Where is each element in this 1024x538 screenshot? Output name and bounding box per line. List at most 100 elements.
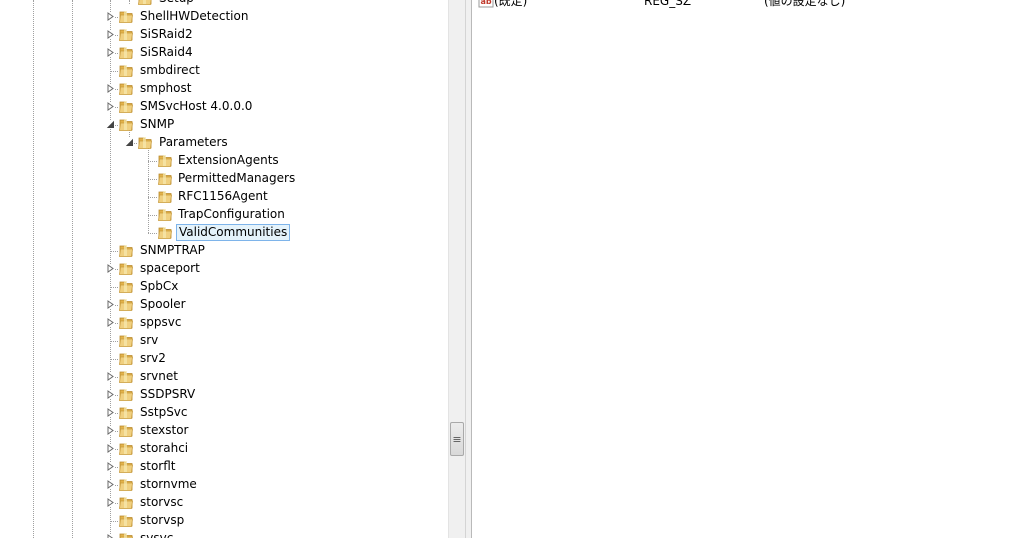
expand-arrow-icon[interactable] — [106, 372, 115, 381]
expand-arrow-icon[interactable] — [106, 390, 115, 399]
tree-node-label[interactable]: Parameters — [157, 134, 230, 151]
tree-node[interactable]: SiSRaid2 — [0, 26, 448, 44]
value-type: REG_SZ — [644, 0, 692, 8]
registry-key-tree[interactable]: SetupShellHWDetectionSiSRaid2SiSRaid4smb… — [0, 0, 448, 538]
tree-node[interactable]: storahci — [0, 440, 448, 458]
folder-icon — [118, 27, 134, 43]
tree-node-label[interactable]: Setup — [157, 0, 196, 7]
tree-node[interactable]: smbdirect — [0, 62, 448, 80]
tree-scrollbar[interactable]: ≡ — [448, 0, 465, 538]
tree-node[interactable]: storflt — [0, 458, 448, 476]
tree-node-label[interactable]: SSDPSRV — [138, 386, 197, 403]
tree-node-label[interactable]: SNMP — [138, 116, 176, 133]
expand-arrow-icon[interactable] — [106, 444, 115, 453]
tree-node-label[interactable]: Spooler — [138, 296, 188, 313]
tree-node[interactable]: ValidCommunities — [0, 224, 448, 242]
tree-node[interactable]: sppsvc — [0, 314, 448, 332]
tree-node[interactable]: Setup — [0, 0, 448, 8]
value-data: (値の設定なし) — [764, 0, 846, 8]
tree-node[interactable]: PermittedManagers — [0, 170, 448, 188]
tree-node-label[interactable]: smphost — [138, 80, 193, 97]
collapse-arrow-icon[interactable] — [125, 138, 134, 147]
registry-values-list[interactable]: ab (既定) REG_SZ (値の設定なし) — [472, 0, 1024, 538]
expand-arrow-icon[interactable] — [106, 534, 115, 538]
tree-node-label[interactable]: srvnet — [138, 368, 180, 385]
tree-node[interactable]: smphost — [0, 80, 448, 98]
tree-node-label[interactable]: ShellHWDetection — [138, 8, 250, 25]
folder-icon — [118, 117, 134, 133]
tree-node-label[interactable]: stexstor — [138, 422, 190, 439]
tree-node-label[interactable]: TrapConfiguration — [176, 206, 287, 223]
svg-text:ab: ab — [481, 0, 492, 6]
tree-node[interactable]: SMSvcHost 4.0.0.0 — [0, 98, 448, 116]
folder-icon — [118, 45, 134, 61]
tree-node-label[interactable]: SiSRaid4 — [138, 44, 195, 61]
tree-node-label[interactable]: stornvme — [138, 476, 199, 493]
tree-node[interactable]: ExtensionAgents — [0, 152, 448, 170]
expand-arrow-icon[interactable] — [106, 264, 115, 273]
expand-arrow-icon[interactable] — [106, 102, 115, 111]
tree-node-label[interactable]: SstpSvc — [138, 404, 190, 421]
folder-icon — [157, 225, 173, 241]
tree-node-label[interactable]: PermittedManagers — [176, 170, 297, 187]
tree-node-label[interactable]: svsvc — [138, 530, 175, 538]
collapse-arrow-icon[interactable] — [106, 120, 115, 129]
tree-node[interactable]: TrapConfiguration — [0, 206, 448, 224]
tree-node-label[interactable]: SNMPTRAP — [138, 242, 207, 259]
folder-icon — [118, 477, 134, 493]
tree-node[interactable]: storvsp — [0, 512, 448, 530]
grip-icon: ≡ — [452, 432, 462, 446]
tree-node-label[interactable]: RFC1156Agent — [176, 188, 270, 205]
pane-splitter[interactable] — [465, 0, 472, 538]
expand-arrow-icon[interactable] — [106, 48, 115, 57]
tree-node[interactable]: Spooler — [0, 296, 448, 314]
tree-node[interactable]: SNMP — [0, 116, 448, 134]
tree-connector — [110, 341, 118, 342]
expand-arrow-icon[interactable] — [106, 480, 115, 489]
tree-node[interactable]: SiSRaid4 — [0, 44, 448, 62]
tree-node[interactable]: srv2 — [0, 350, 448, 368]
tree-node[interactable]: stornvme — [0, 476, 448, 494]
tree-node-label[interactable]: ValidCommunities — [176, 224, 291, 241]
expand-arrow-icon[interactable] — [106, 498, 115, 507]
expand-arrow-icon[interactable] — [106, 462, 115, 471]
tree-node-label[interactable]: spaceport — [138, 260, 202, 277]
tree-node[interactable]: spaceport — [0, 260, 448, 278]
tree-node-label[interactable]: smbdirect — [138, 62, 202, 79]
tree-node[interactable]: srv — [0, 332, 448, 350]
tree-node[interactable]: srvnet — [0, 368, 448, 386]
tree-node[interactable]: SNMPTRAP — [0, 242, 448, 260]
tree-node-label[interactable]: sppsvc — [138, 314, 183, 331]
expand-arrow-icon[interactable] — [106, 84, 115, 93]
tree-node-label[interactable]: storvsp — [138, 512, 186, 529]
tree-node[interactable]: Parameters — [0, 134, 448, 152]
tree-node[interactable]: SpbCx — [0, 278, 448, 296]
tree-node-label[interactable]: srv — [138, 332, 160, 349]
tree-node[interactable]: SstpSvc — [0, 404, 448, 422]
tree-node[interactable]: ShellHWDetection — [0, 8, 448, 26]
expand-arrow-icon[interactable] — [106, 12, 115, 21]
tree-node-label[interactable]: SpbCx — [138, 278, 180, 295]
tree-node-label[interactable]: storvsc — [138, 494, 185, 511]
value-row[interactable]: ab (既定) REG_SZ (値の設定なし) — [472, 0, 1024, 18]
tree-node-label[interactable]: SMSvcHost 4.0.0.0 — [138, 98, 254, 115]
tree-node[interactable]: SSDPSRV — [0, 386, 448, 404]
tree-node-label[interactable]: srv2 — [138, 350, 168, 367]
tree-node[interactable]: storvsc — [0, 494, 448, 512]
tree-node-label[interactable]: ExtensionAgents — [176, 152, 281, 169]
tree-connector — [110, 71, 118, 72]
expand-arrow-icon[interactable] — [106, 30, 115, 39]
tree-node-label[interactable]: storflt — [138, 458, 178, 475]
value-name: (既定) — [494, 0, 528, 8]
tree-node-label[interactable]: SiSRaid2 — [138, 26, 195, 43]
tree-node[interactable]: RFC1156Agent — [0, 188, 448, 206]
expand-arrow-icon[interactable] — [106, 318, 115, 327]
tree-node[interactable]: stexstor — [0, 422, 448, 440]
expand-arrow-icon[interactable] — [106, 300, 115, 309]
expand-arrow-icon[interactable] — [106, 408, 115, 417]
folder-icon — [118, 531, 134, 538]
expand-arrow-icon[interactable] — [106, 426, 115, 435]
tree-node-label[interactable]: storahci — [138, 440, 190, 457]
tree-node[interactable]: svsvc — [0, 530, 448, 538]
scrollbar-thumb[interactable]: ≡ — [450, 422, 464, 456]
